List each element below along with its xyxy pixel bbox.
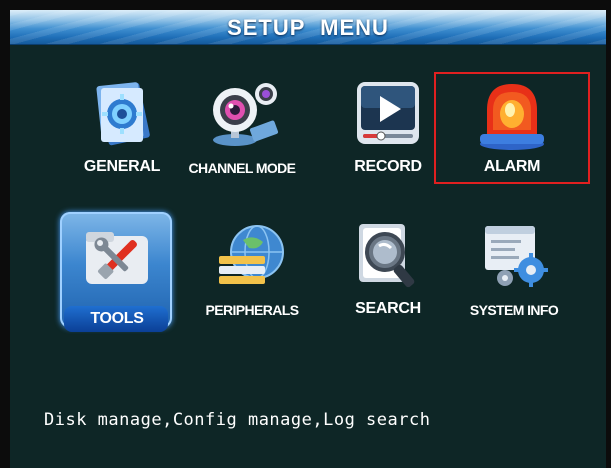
menu-item-label: SEARCH bbox=[355, 300, 421, 317]
tools-icon bbox=[86, 232, 148, 284]
menu-item-peripherals[interactable]: PERIPHERALS bbox=[192, 214, 312, 324]
menu-item-label: PERIPHERALS bbox=[205, 302, 300, 318]
menu-item-label: TOOLS bbox=[90, 310, 144, 327]
menu-item-alarm[interactable]: ALARM bbox=[434, 72, 590, 184]
menu-item-label: ALARM bbox=[483, 158, 541, 175]
menu-item-label: CHANNEL MODE bbox=[188, 160, 296, 176]
magnifier-search-icon bbox=[359, 224, 415, 288]
menu-item-label: SYSTEM INFO bbox=[469, 302, 559, 318]
general-settings-icon bbox=[96, 82, 150, 146]
system-info-gears-icon bbox=[485, 226, 548, 287]
menu-item-description: Disk manage,Config manage,Log search bbox=[44, 410, 431, 430]
alarm-siren-icon bbox=[480, 84, 544, 150]
menu-item-tools[interactable]: TOOLS bbox=[54, 210, 180, 334]
globe-peripherals-icon bbox=[219, 225, 284, 284]
page-title: SETUP MENU bbox=[227, 15, 389, 40]
menu-item-general[interactable]: GENERAL bbox=[62, 72, 182, 182]
title-bar: SETUP MENU bbox=[10, 10, 606, 45]
menu-item-label: GENERAL bbox=[83, 158, 161, 175]
menu-item-channel-mode[interactable]: CHANNEL MODE bbox=[182, 72, 302, 182]
webcam-icon bbox=[213, 83, 279, 146]
menu-item-search[interactable]: SEARCH bbox=[328, 214, 448, 324]
menu-item-system-info[interactable]: SYSTEM INFO bbox=[454, 214, 574, 324]
record-player-icon bbox=[357, 82, 419, 144]
